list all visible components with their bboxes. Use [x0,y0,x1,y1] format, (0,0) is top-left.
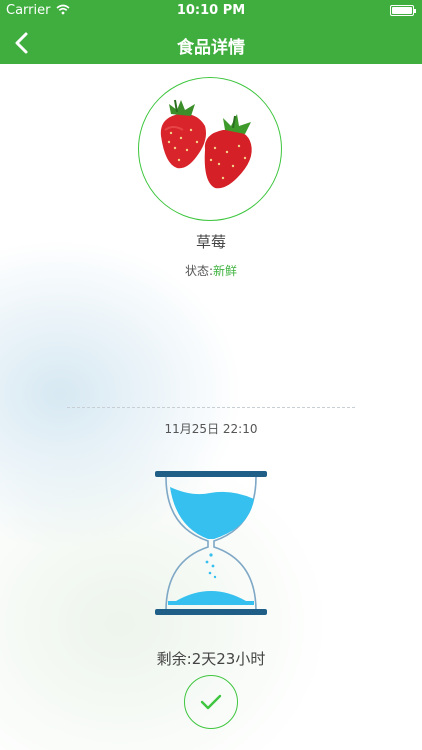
food-status: 状态:新鲜 [0,262,422,279]
status-label: 状态: [184,264,214,278]
divider [67,407,355,408]
battery-icon [390,5,416,16]
hourglass-icon [152,469,270,619]
status-value: 新鲜 [213,264,238,278]
page-title: 食品详情 [177,38,245,58]
food-image [138,77,282,221]
remaining-time: 剩余:2天23小时 [156,650,266,668]
clock: 10:10 PM [176,3,246,18]
navigation-bar: 食品详情 [0,22,422,64]
strawberry-icon [160,99,252,189]
food-name: 草莓 [195,233,226,251]
check-icon [200,694,222,710]
status-bar: Carrier 10:10 PM [0,0,422,22]
confirm-button[interactable] [184,675,238,729]
datetime-label: 11月25日 22:10 [164,422,258,436]
